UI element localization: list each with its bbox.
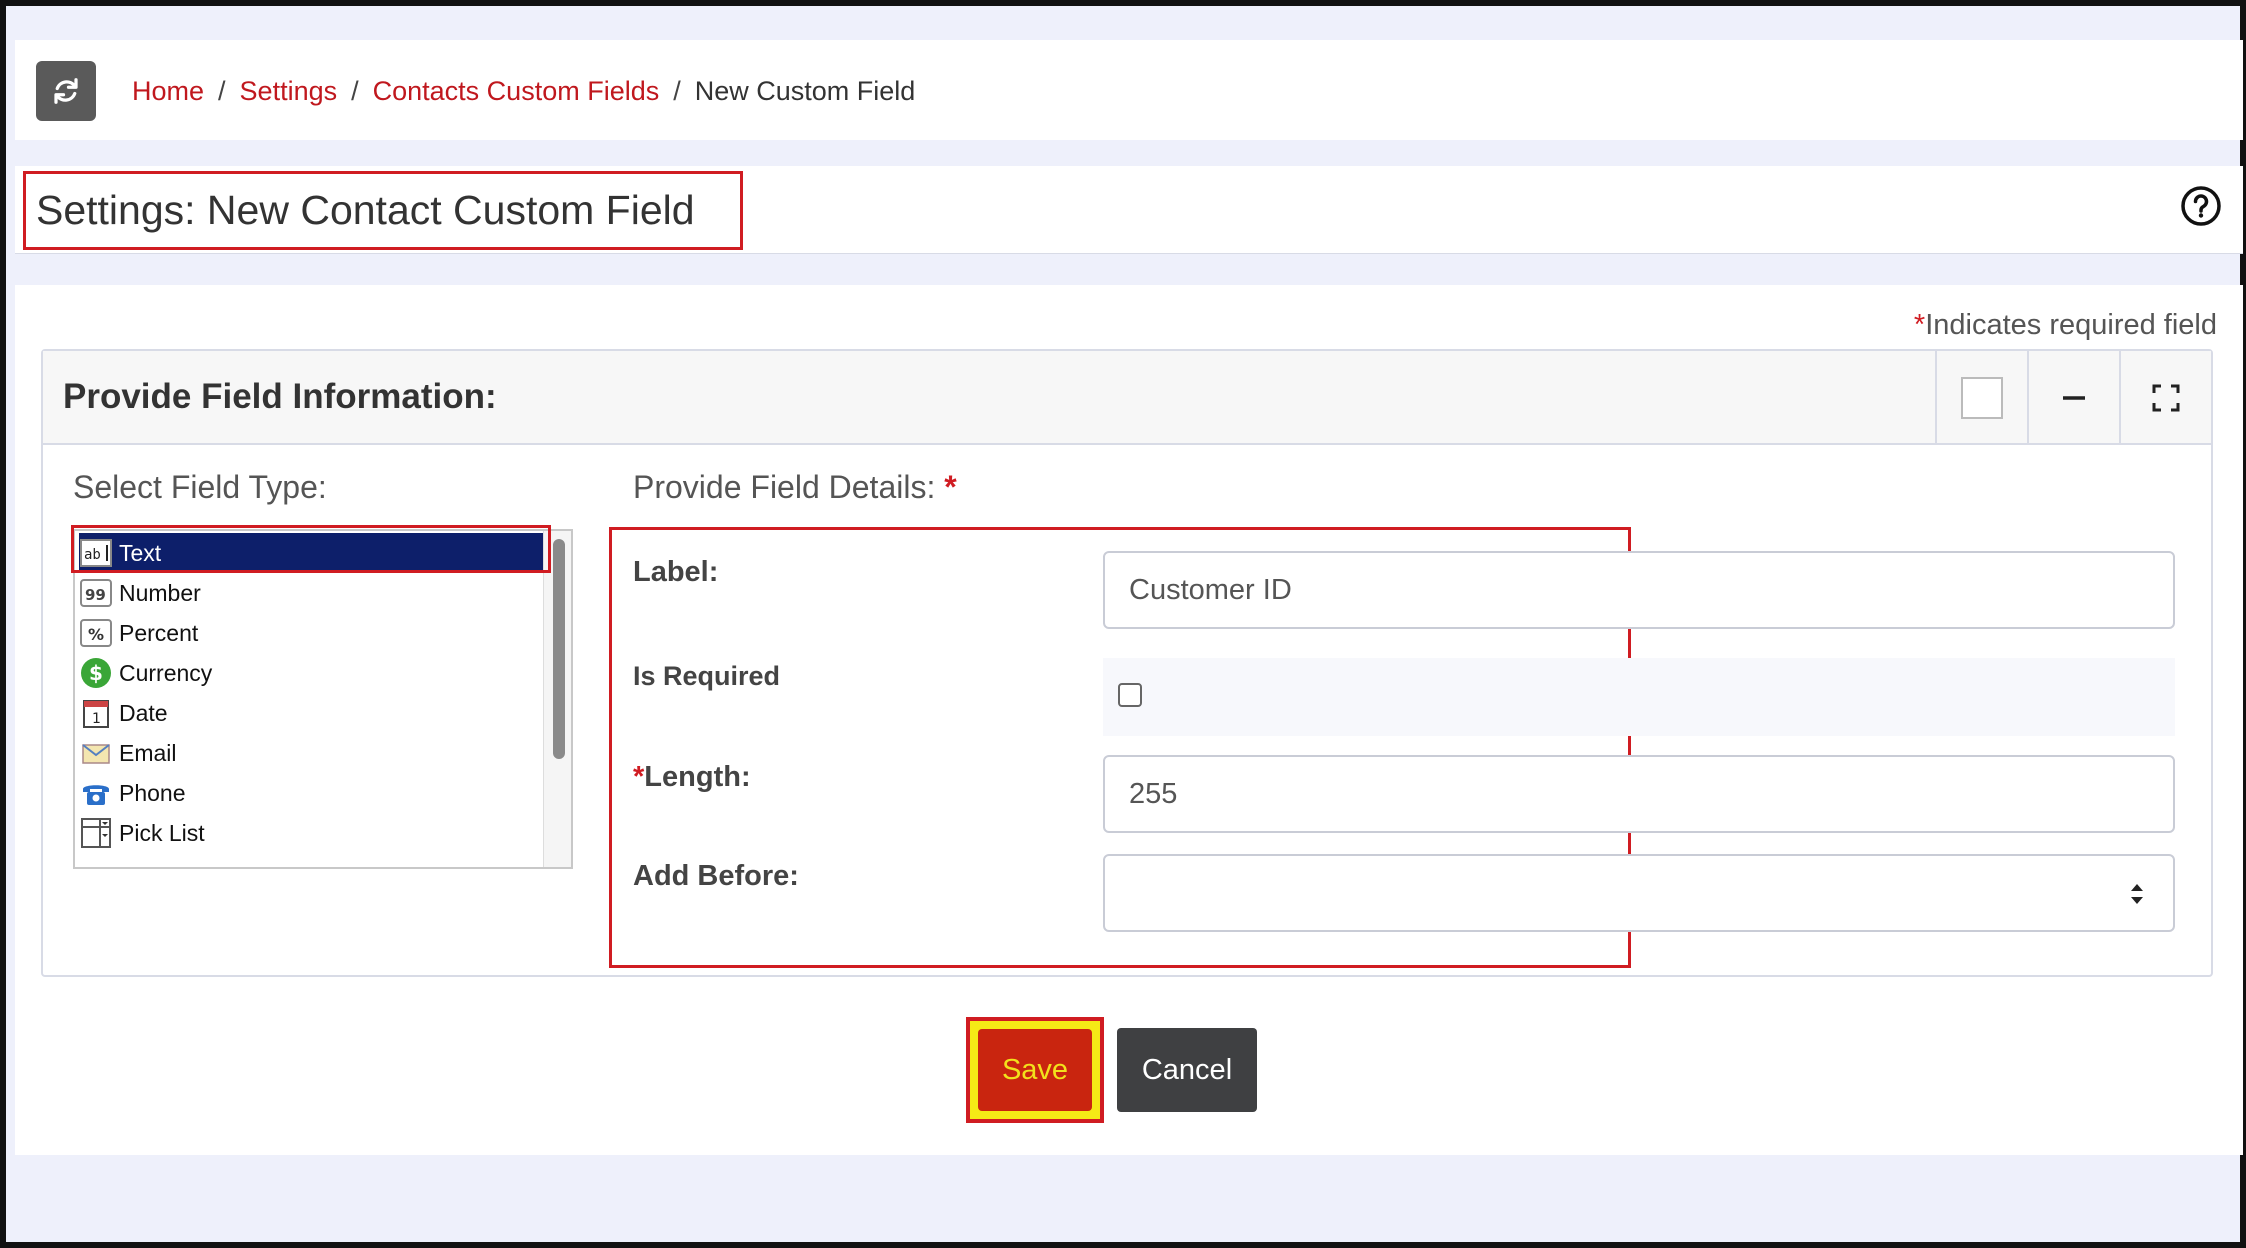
- page-title: Settings: New Contact Custom Field: [23, 171, 743, 250]
- required-field-note: *Indicates required field: [1914, 309, 2217, 342]
- breadcrumb-separator: /: [351, 75, 359, 106]
- breadcrumb-separator: /: [218, 75, 226, 106]
- svg-text:99: 99: [85, 586, 106, 604]
- email-icon: [79, 736, 113, 770]
- required-star: *: [633, 761, 645, 793]
- listbox-scrollbar[interactable]: [543, 531, 571, 867]
- field-type-label: Email: [119, 739, 177, 766]
- field-type-option-pick-list[interactable]: Pick List: [79, 813, 547, 853]
- field-type-option-percent[interactable]: % Percent: [79, 613, 547, 653]
- minus-icon: [2063, 396, 2085, 400]
- pick-list-icon: [79, 816, 113, 850]
- is-required-row: [1103, 658, 2175, 736]
- help-icon[interactable]: [2179, 184, 2223, 228]
- length-input[interactable]: 255: [1103, 755, 2175, 833]
- field-type-option-date[interactable]: 1 Date: [79, 693, 547, 733]
- top-bar: Home / Settings / Contacts Custom Fields…: [15, 40, 2243, 140]
- field-type-label: Phone: [119, 779, 186, 806]
- refresh-button[interactable]: [36, 61, 96, 121]
- field-type-label: Pick List: [119, 819, 205, 846]
- select-updown-icon: [2131, 884, 2143, 904]
- app-frame: Home / Settings / Contacts Custom Fields…: [0, 0, 2246, 1248]
- refresh-icon: [54, 78, 78, 104]
- field-type-option-email[interactable]: Email: [79, 733, 547, 773]
- breadcrumb-separator: /: [673, 75, 681, 106]
- field-type-label: Date: [119, 699, 168, 726]
- required-star: *: [944, 469, 957, 505]
- field-type-listbox[interactable]: ab Text 99 Number % Percent $ Currency 1…: [73, 529, 573, 869]
- required-star: *: [1913, 309, 1926, 341]
- scrollbar-thumb[interactable]: [553, 539, 565, 759]
- label-input[interactable]: Customer ID: [1103, 551, 2175, 629]
- selected-option-highlight: [71, 525, 551, 573]
- field-details-heading: Provide Field Details: *: [633, 469, 957, 506]
- field-type-label: Number: [119, 579, 201, 606]
- expand-icon: [2152, 384, 2180, 412]
- currency-icon: $: [79, 656, 113, 690]
- number-icon: 99: [79, 576, 113, 610]
- card-tools: [1935, 351, 2211, 445]
- add-before-label: Add Before:: [633, 860, 799, 892]
- breadcrumb-contacts-custom-fields-link[interactable]: Contacts Custom Fields: [373, 76, 660, 107]
- card-header: Provide Field Information:: [43, 351, 2211, 445]
- length-label-text: Length:: [644, 761, 751, 793]
- percent-icon: %: [79, 616, 113, 650]
- breadcrumb: Home / Settings / Contacts Custom Fields…: [132, 71, 915, 111]
- phone-icon: [79, 776, 113, 810]
- field-type-option-currency[interactable]: $ Currency: [79, 653, 547, 693]
- is-required-checkbox[interactable]: [1118, 683, 1142, 707]
- svg-text:%: %: [88, 625, 104, 644]
- label-field-label: Label:: [633, 556, 719, 588]
- breadcrumb-current: New Custom Field: [694, 75, 916, 106]
- field-type-label: Currency: [119, 659, 213, 686]
- length-label: *Length:: [633, 761, 751, 794]
- field-type-option-number[interactable]: 99 Number: [79, 573, 547, 613]
- cancel-button[interactable]: Cancel: [1117, 1028, 1257, 1112]
- svg-text:$: $: [89, 661, 103, 685]
- collapse-button[interactable]: [2027, 351, 2119, 445]
- add-before-select[interactable]: [1103, 854, 2175, 932]
- field-information-card: Provide Field Information: Select Field …: [41, 349, 2213, 977]
- select-field-type-heading: Select Field Type:: [73, 469, 327, 505]
- maximize-button[interactable]: [2119, 351, 2211, 445]
- breadcrumb-home-link[interactable]: Home: [132, 76, 204, 107]
- card-title: Provide Field Information:: [63, 377, 497, 416]
- field-details-heading-text: Provide Field Details:: [633, 469, 936, 505]
- required-note-text: Indicates required field: [1925, 309, 2217, 341]
- svg-text:1: 1: [92, 711, 101, 727]
- calendar-icon: 1: [79, 696, 113, 730]
- is-required-label: Is Required: [633, 661, 781, 691]
- title-bar: Settings: New Contact Custom Field: [15, 166, 2243, 254]
- save-button-highlight: Save: [966, 1017, 1104, 1123]
- field-type-label: Percent: [119, 619, 199, 646]
- card-checkbox-tool[interactable]: [1935, 351, 2027, 445]
- main-panel: *Indicates required field Provide Field …: [15, 285, 2243, 1155]
- save-button[interactable]: Save: [978, 1029, 1092, 1111]
- square-icon: [1961, 377, 2003, 419]
- field-type-option-phone[interactable]: Phone: [79, 773, 547, 813]
- breadcrumb-settings-link[interactable]: Settings: [240, 76, 338, 107]
